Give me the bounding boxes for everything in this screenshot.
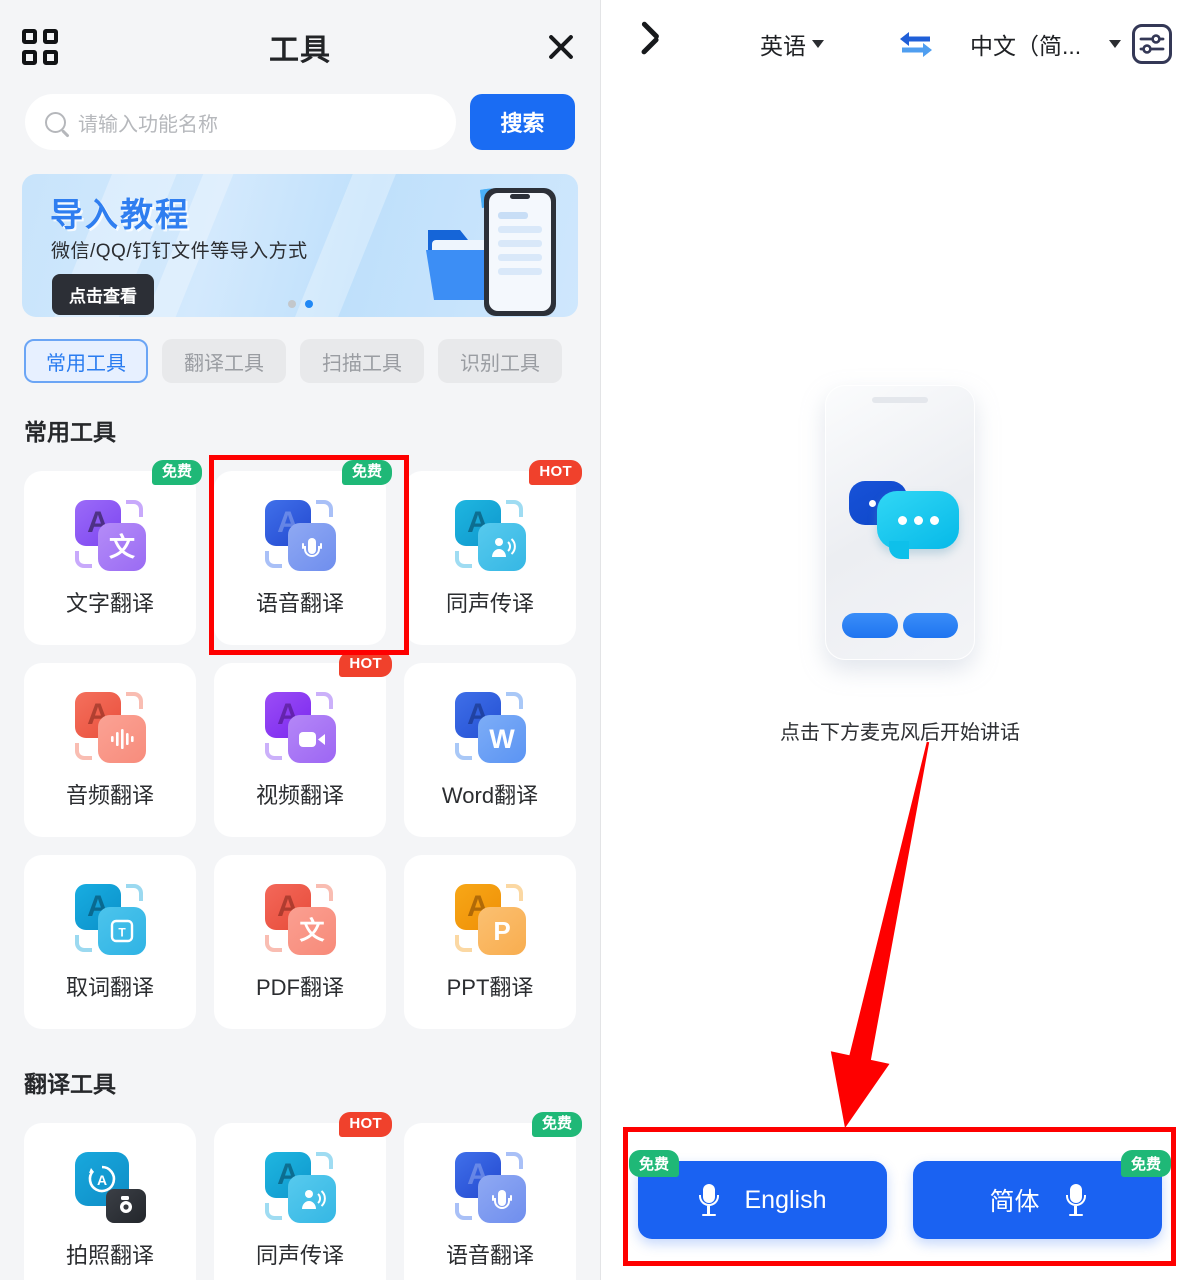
tool-label: PPT翻译 [446,975,534,1000]
tool-label: 同声传译 [255,1243,344,1268]
tool-card[interactable]: A 文 PDF翻译 [214,855,386,1029]
tab-scan-tools[interactable]: 扫描工具 [300,339,424,383]
import-tutorial-banner[interactable]: 导入教程 微信/QQ/钉钉文件等导入方式 点击查看 [22,174,578,317]
speak-hint-text: 点击下方麦克风后开始讲话 [780,722,1020,744]
word-translate-icon: A W [453,690,527,764]
section-title-translate: 翻译工具 [24,1071,116,1097]
tools-header: 工具 [0,0,600,94]
tool-label: 文字翻译 [65,591,154,616]
tool-card[interactable]: A W Word翻译 [404,663,576,837]
voice-translate-icon: A [263,498,337,572]
tool-card[interactable]: 免费 A 文 文字翻译 [24,460,202,645]
interpret-icon: A [453,498,527,572]
photo-translate-icon: A [73,1150,147,1224]
badge-hot: HOT [339,1112,392,1137]
tool-label: 语音翻译 [445,1243,534,1268]
tool-label: 同声传译 [445,591,534,616]
tool-label: 拍照翻译 [65,1243,154,1268]
tool-category-tabs: 常用工具 翻译工具 扫描工具 识别工具 [0,317,600,383]
tool-label: 音频翻译 [65,783,154,808]
tab-translate-tools[interactable]: 翻译工具 [162,339,286,383]
chat-bubble-cyan [877,491,959,559]
search-row: 请输入功能名称 搜索 [0,94,600,150]
target-language-selector[interactable]: 中文（简... [970,27,1122,61]
back-chevron-icon[interactable] [646,27,680,61]
swap-arrows-icon[interactable] [896,29,936,59]
english-mic-label: English [744,1185,827,1214]
chevron-down-icon [812,40,824,48]
search-button[interactable]: 搜索 [470,94,575,150]
text-translate-icon: A 文 [73,498,147,572]
badge-hot: HOT [529,460,582,485]
banner-title: 导入教程 [50,196,190,233]
tool-label: 语音翻译 [255,591,344,616]
banner-pagination-dots[interactable] [22,300,578,308]
banner-illustration [372,178,572,317]
badge-free: 免费 [341,460,392,485]
microphone-icon [698,1184,719,1217]
banner-subtitle: 微信/QQ/钉钉文件等导入方式 [51,241,308,262]
common-tools-grid: 免费 A 文 文字翻译 免费 A 语音翻译 HOT A 同声传译 A 音频翻译 … [0,447,600,1029]
phone-chat-bubbles-illustration [600,385,1200,660]
search-placeholder: 请输入功能名称 [78,113,218,136]
tool-card[interactable]: 免费 A 语音翻译 [214,460,392,645]
tool-label: 取词翻译 [65,975,154,1000]
tool-card[interactable]: A P PPT翻译 [404,855,576,1029]
translate-header: 英语 中文（简... [600,0,1200,88]
tool-card[interactable]: A 音频翻译 [24,663,196,837]
source-language-selector[interactable]: 英语 [760,27,824,61]
grid-icon[interactable] [22,29,58,65]
pick-word-icon: A T [73,882,147,956]
microphone-icon [1065,1184,1086,1217]
badge-free: 免费 [531,1112,582,1137]
tab-common-tools[interactable]: 常用工具 [24,339,148,383]
tab-recognize-tools[interactable]: 识别工具 [438,339,562,383]
chinese-mic-button[interactable]: 免费 简体 [913,1150,1171,1239]
badge-free: 免费 [1120,1150,1171,1177]
target-language-label: 中文（简... [970,33,1082,59]
video-translate-icon: A [263,690,337,764]
interpret-icon: A [263,1150,337,1224]
badge-free: 免费 [151,460,202,485]
settings-sliders-icon[interactable] [1132,24,1172,64]
search-icon [45,111,66,133]
section-title-common: 常用工具 [24,419,116,445]
tool-card[interactable]: HOT A 同声传译 [404,460,582,645]
panel-divider [600,0,601,1280]
page-title: 工具 [269,34,331,67]
badge-free: 免费 [629,1150,680,1177]
svg-text:A: A [97,1172,107,1188]
svg-text:T: T [118,926,126,940]
search-input[interactable]: 请输入功能名称 [25,94,456,150]
mic-button-bar: 免费 English 免费 简体 [600,1120,1200,1280]
badge-hot: HOT [339,652,392,677]
app-screen: 工具 请输入功能名称 搜索 导入教程 微信/QQ/钉钉文件等导入方式 点击查看 [0,0,1200,1280]
tool-card[interactable]: 免费 A 语音翻译 [404,1112,582,1280]
banner-cta-button[interactable]: 点击查看 [52,274,154,315]
audio-translate-icon: A [73,690,147,764]
pdf-translate-icon: A 文 [263,882,337,956]
english-mic-button[interactable]: 免费 English [629,1150,887,1239]
tools-panel: 工具 请输入功能名称 搜索 导入教程 微信/QQ/钉钉文件等导入方式 点击查看 [0,0,600,1280]
translate-tools-grid: A 拍照翻译 HOT A 同声传译 免费 A 语音翻译 [0,1099,600,1280]
voice-translate-panel: 英语 中文（简... 点击下方麦克风后开始讲话 免费 English 免费 简体 [600,0,1200,1280]
close-icon[interactable] [544,30,578,64]
source-language-label: 英语 [760,33,806,59]
tool-card[interactable]: A T 取词翻译 [24,855,196,1029]
tool-card[interactable]: HOT A 同声传译 [214,1112,392,1280]
tool-label: PDF翻译 [255,975,344,1000]
chevron-down-icon [1109,40,1122,48]
tool-card[interactable]: HOT A 视频翻译 [214,652,392,837]
tool-label: Word翻译 [441,783,539,808]
tool-card[interactable]: A 拍照翻译 [24,1123,196,1280]
tool-label: 视频翻译 [255,783,344,808]
chinese-mic-label: 简体 [989,1188,1040,1216]
ppt-translate-icon: A P [453,882,527,956]
voice-translate-icon: A [453,1150,527,1224]
